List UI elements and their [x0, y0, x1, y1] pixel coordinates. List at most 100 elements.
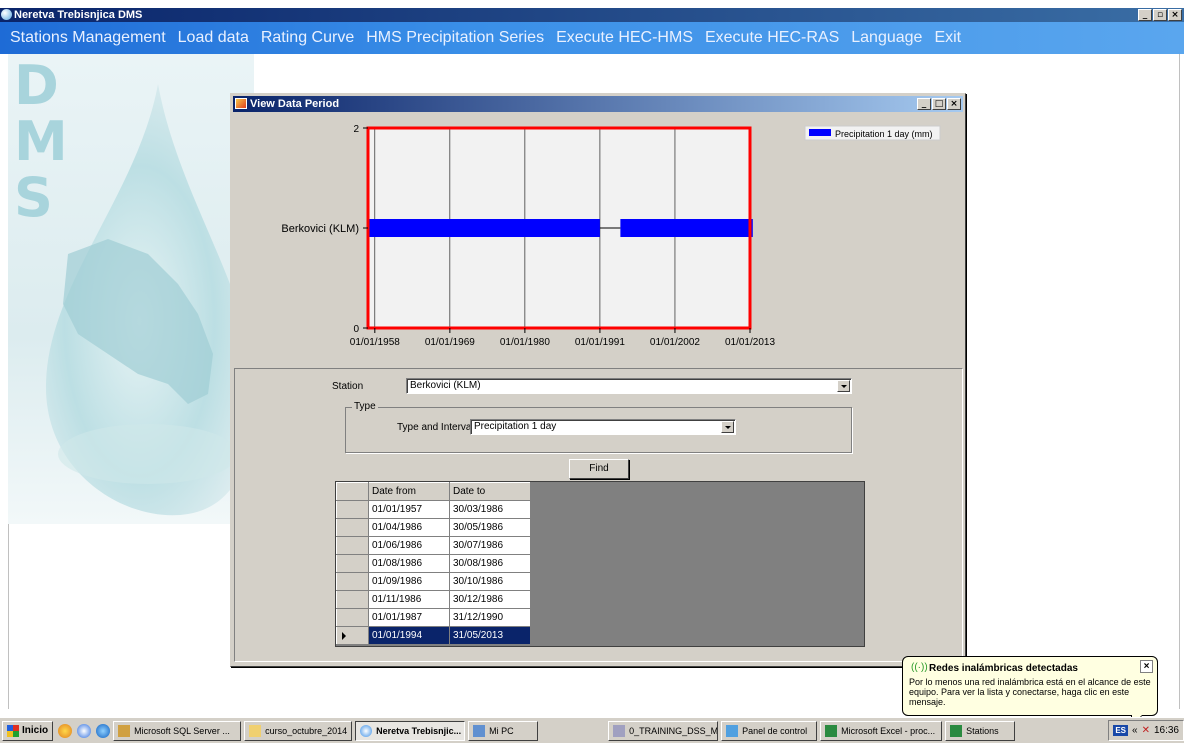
cell-date-to[interactable]: 30/08/1986 — [449, 554, 531, 573]
table-row[interactable]: 01/06/1986 30/07/1986 — [336, 536, 531, 555]
cell-date-to[interactable]: 31/12/1990 — [449, 608, 531, 627]
computer-icon — [473, 724, 486, 737]
task-label: Panel de control — [742, 725, 808, 736]
app-icon — [1, 9, 12, 20]
menu-stations-management[interactable]: Stations Management — [10, 29, 166, 47]
table-row[interactable]: 01/04/1986 30/05/1986 — [336, 518, 531, 537]
x-tick-label: 01/01/1980 — [500, 337, 550, 348]
table-row[interactable]: 01/09/1986 30/10/1986 — [336, 572, 531, 591]
x-tick-label: 01/01/1991 — [575, 337, 625, 348]
wireless-notification-balloon[interactable]: ((·)) Redes inalámbricas detectadas Por … — [902, 656, 1158, 727]
cell-date-to[interactable]: 30/05/1986 — [449, 518, 531, 537]
filter-form-panel: Station Berkovici (KLM) Type Type and In… — [234, 368, 963, 662]
start-button[interactable]: Inicio — [2, 720, 54, 741]
balloon-text[interactable]: Por lo menos una red inalámbrica está en… — [909, 677, 1151, 707]
task-panel-de-control[interactable]: Panel de control — [721, 720, 818, 741]
find-button[interactable]: Find — [569, 459, 629, 479]
table-row[interactable]: 01/11/1986 30/12/1986 — [336, 590, 531, 609]
cell-date-from[interactable]: 01/11/1986 — [368, 590, 450, 609]
row-header[interactable] — [336, 536, 369, 555]
cell-date-from[interactable]: 01/01/1994 — [368, 626, 450, 645]
row-header[interactable] — [336, 554, 369, 573]
task-label: 0_TRAINING_DSS_M... — [629, 725, 719, 736]
row-header[interactable] — [336, 572, 369, 591]
grid-corner-header — [336, 482, 369, 501]
child-window-title: View Data Period — [250, 98, 340, 110]
menu-rating-curve[interactable]: Rating Curve — [261, 29, 354, 47]
task-sql-server[interactable]: Microsoft SQL Server ... — [113, 720, 242, 741]
task-mi-pc[interactable]: Mi PC — [468, 720, 539, 741]
task-neretva-dms[interactable]: Neretva Trebisnjic... — [355, 720, 466, 741]
menu-language[interactable]: Language — [851, 29, 922, 47]
row-header[interactable] — [336, 500, 369, 519]
row-header[interactable] — [336, 518, 369, 537]
menu-hms-precipitation-series[interactable]: HMS Precipitation Series — [366, 29, 544, 47]
cell-date-from[interactable]: 01/01/1957 — [368, 500, 450, 519]
header-date-to[interactable]: Date to — [449, 482, 531, 501]
table-row-selected[interactable]: 01/01/1994 31/05/2013 — [336, 626, 531, 645]
row-header-current-icon[interactable] — [336, 626, 369, 645]
app-title: Neretva Trebisnjica DMS — [14, 9, 143, 21]
type-dropdown-arrow-icon[interactable] — [721, 421, 734, 433]
task-stations[interactable]: Stations — [945, 720, 1016, 741]
station-dropdown-arrow-icon[interactable] — [837, 380, 850, 392]
balloon-close-icon[interactable]: × — [1140, 660, 1153, 673]
cell-date-from[interactable]: 01/08/1986 — [368, 554, 450, 573]
task-excel[interactable]: Microsoft Excel - proc... — [820, 720, 943, 741]
quicklaunch-desktop-icon[interactable] — [77, 723, 92, 738]
water-drop-logo — [45, 84, 254, 516]
cell-date-to[interactable]: 30/03/1986 — [449, 500, 531, 519]
chart-svg: 2 0 Berkovici (KLM) 01/01/1958 01/01/1969… — [281, 124, 941, 348]
menu-execute-hec-ras[interactable]: Execute HEC-RAS — [705, 29, 839, 47]
type-interval-label: Type and Interval — [397, 422, 474, 433]
system-tray: ES « ✕ 16:36 — [1108, 720, 1184, 741]
cell-date-to[interactable]: 30/10/1986 — [449, 572, 531, 591]
type-interval-combo[interactable]: Precipitation 1 day — [470, 419, 736, 435]
cell-date-from[interactable]: 01/09/1986 — [368, 572, 450, 591]
quicklaunch-chrome-icon[interactable] — [58, 723, 73, 738]
table-row[interactable]: 01/08/1986 30/08/1986 — [336, 554, 531, 573]
child-close-button[interactable]: × — [947, 98, 961, 110]
task-label: Mi PC — [489, 725, 514, 736]
station-combo[interactable]: Berkovici (KLM) — [406, 378, 852, 394]
language-indicator[interactable]: ES — [1113, 725, 1129, 736]
cell-date-to[interactable]: 30/07/1986 — [449, 536, 531, 555]
close-button[interactable]: × — [1168, 9, 1182, 21]
child-maximize-button[interactable]: □ — [932, 98, 946, 110]
menu-load-data[interactable]: Load data — [178, 29, 249, 47]
task-label: Stations — [966, 725, 999, 736]
table-row[interactable]: 01/01/1987 31/12/1990 — [336, 608, 531, 627]
restore-button[interactable]: ▫ — [1153, 9, 1167, 21]
taskbar: Inicio Microsoft SQL Server ... curso_oc… — [0, 717, 1184, 743]
menu-bar: Stations Management Load data Rating Cur… — [0, 22, 1184, 54]
station-value: Berkovici (KLM) — [410, 380, 481, 391]
task-training-dss[interactable]: 0_TRAINING_DSS_M... — [608, 720, 719, 741]
menu-exit[interactable]: Exit — [934, 29, 961, 47]
dms-logo-panel: D M S — [8, 54, 254, 524]
wireless-icon: ((·)) — [911, 662, 928, 673]
header-date-from[interactable]: Date from — [368, 482, 450, 501]
network-warning-icon[interactable]: ✕ — [1142, 725, 1150, 736]
expand-tray-icon[interactable]: « — [1132, 725, 1138, 736]
chart-bars — [368, 219, 753, 237]
cell-date-from[interactable]: 01/06/1986 — [368, 536, 450, 555]
cell-date-to[interactable]: 30/12/1986 — [449, 590, 531, 609]
task-label: curso_octubre_2014 — [265, 725, 348, 736]
cell-date-to[interactable]: 31/05/2013 — [449, 626, 531, 645]
station-label: Station — [332, 381, 364, 392]
task-curso-octubre[interactable]: curso_octubre_2014 — [244, 720, 353, 741]
child-minimize-button[interactable]: _ — [917, 98, 931, 110]
cell-date-from[interactable]: 01/04/1986 — [368, 518, 450, 537]
data-periods-grid: Date from Date to 01/01/1957 30/03/1986 0… — [335, 481, 865, 647]
dms-app-icon — [360, 724, 373, 737]
type-interval-value: Precipitation 1 day — [474, 421, 557, 432]
sql-server-icon — [118, 724, 131, 737]
view-data-period-window: View Data Period _ □ × 2 0 Berkovici (KL… — [230, 93, 966, 667]
row-header[interactable] — [336, 608, 369, 627]
table-row[interactable]: 01/01/1957 30/03/1986 — [336, 500, 531, 519]
quicklaunch-ie-icon[interactable] — [96, 723, 111, 738]
minimize-button[interactable]: _ — [1138, 9, 1152, 21]
cell-date-from[interactable]: 01/01/1987 — [368, 608, 450, 627]
menu-execute-hec-hms[interactable]: Execute HEC-HMS — [556, 29, 693, 47]
row-header[interactable] — [336, 590, 369, 609]
